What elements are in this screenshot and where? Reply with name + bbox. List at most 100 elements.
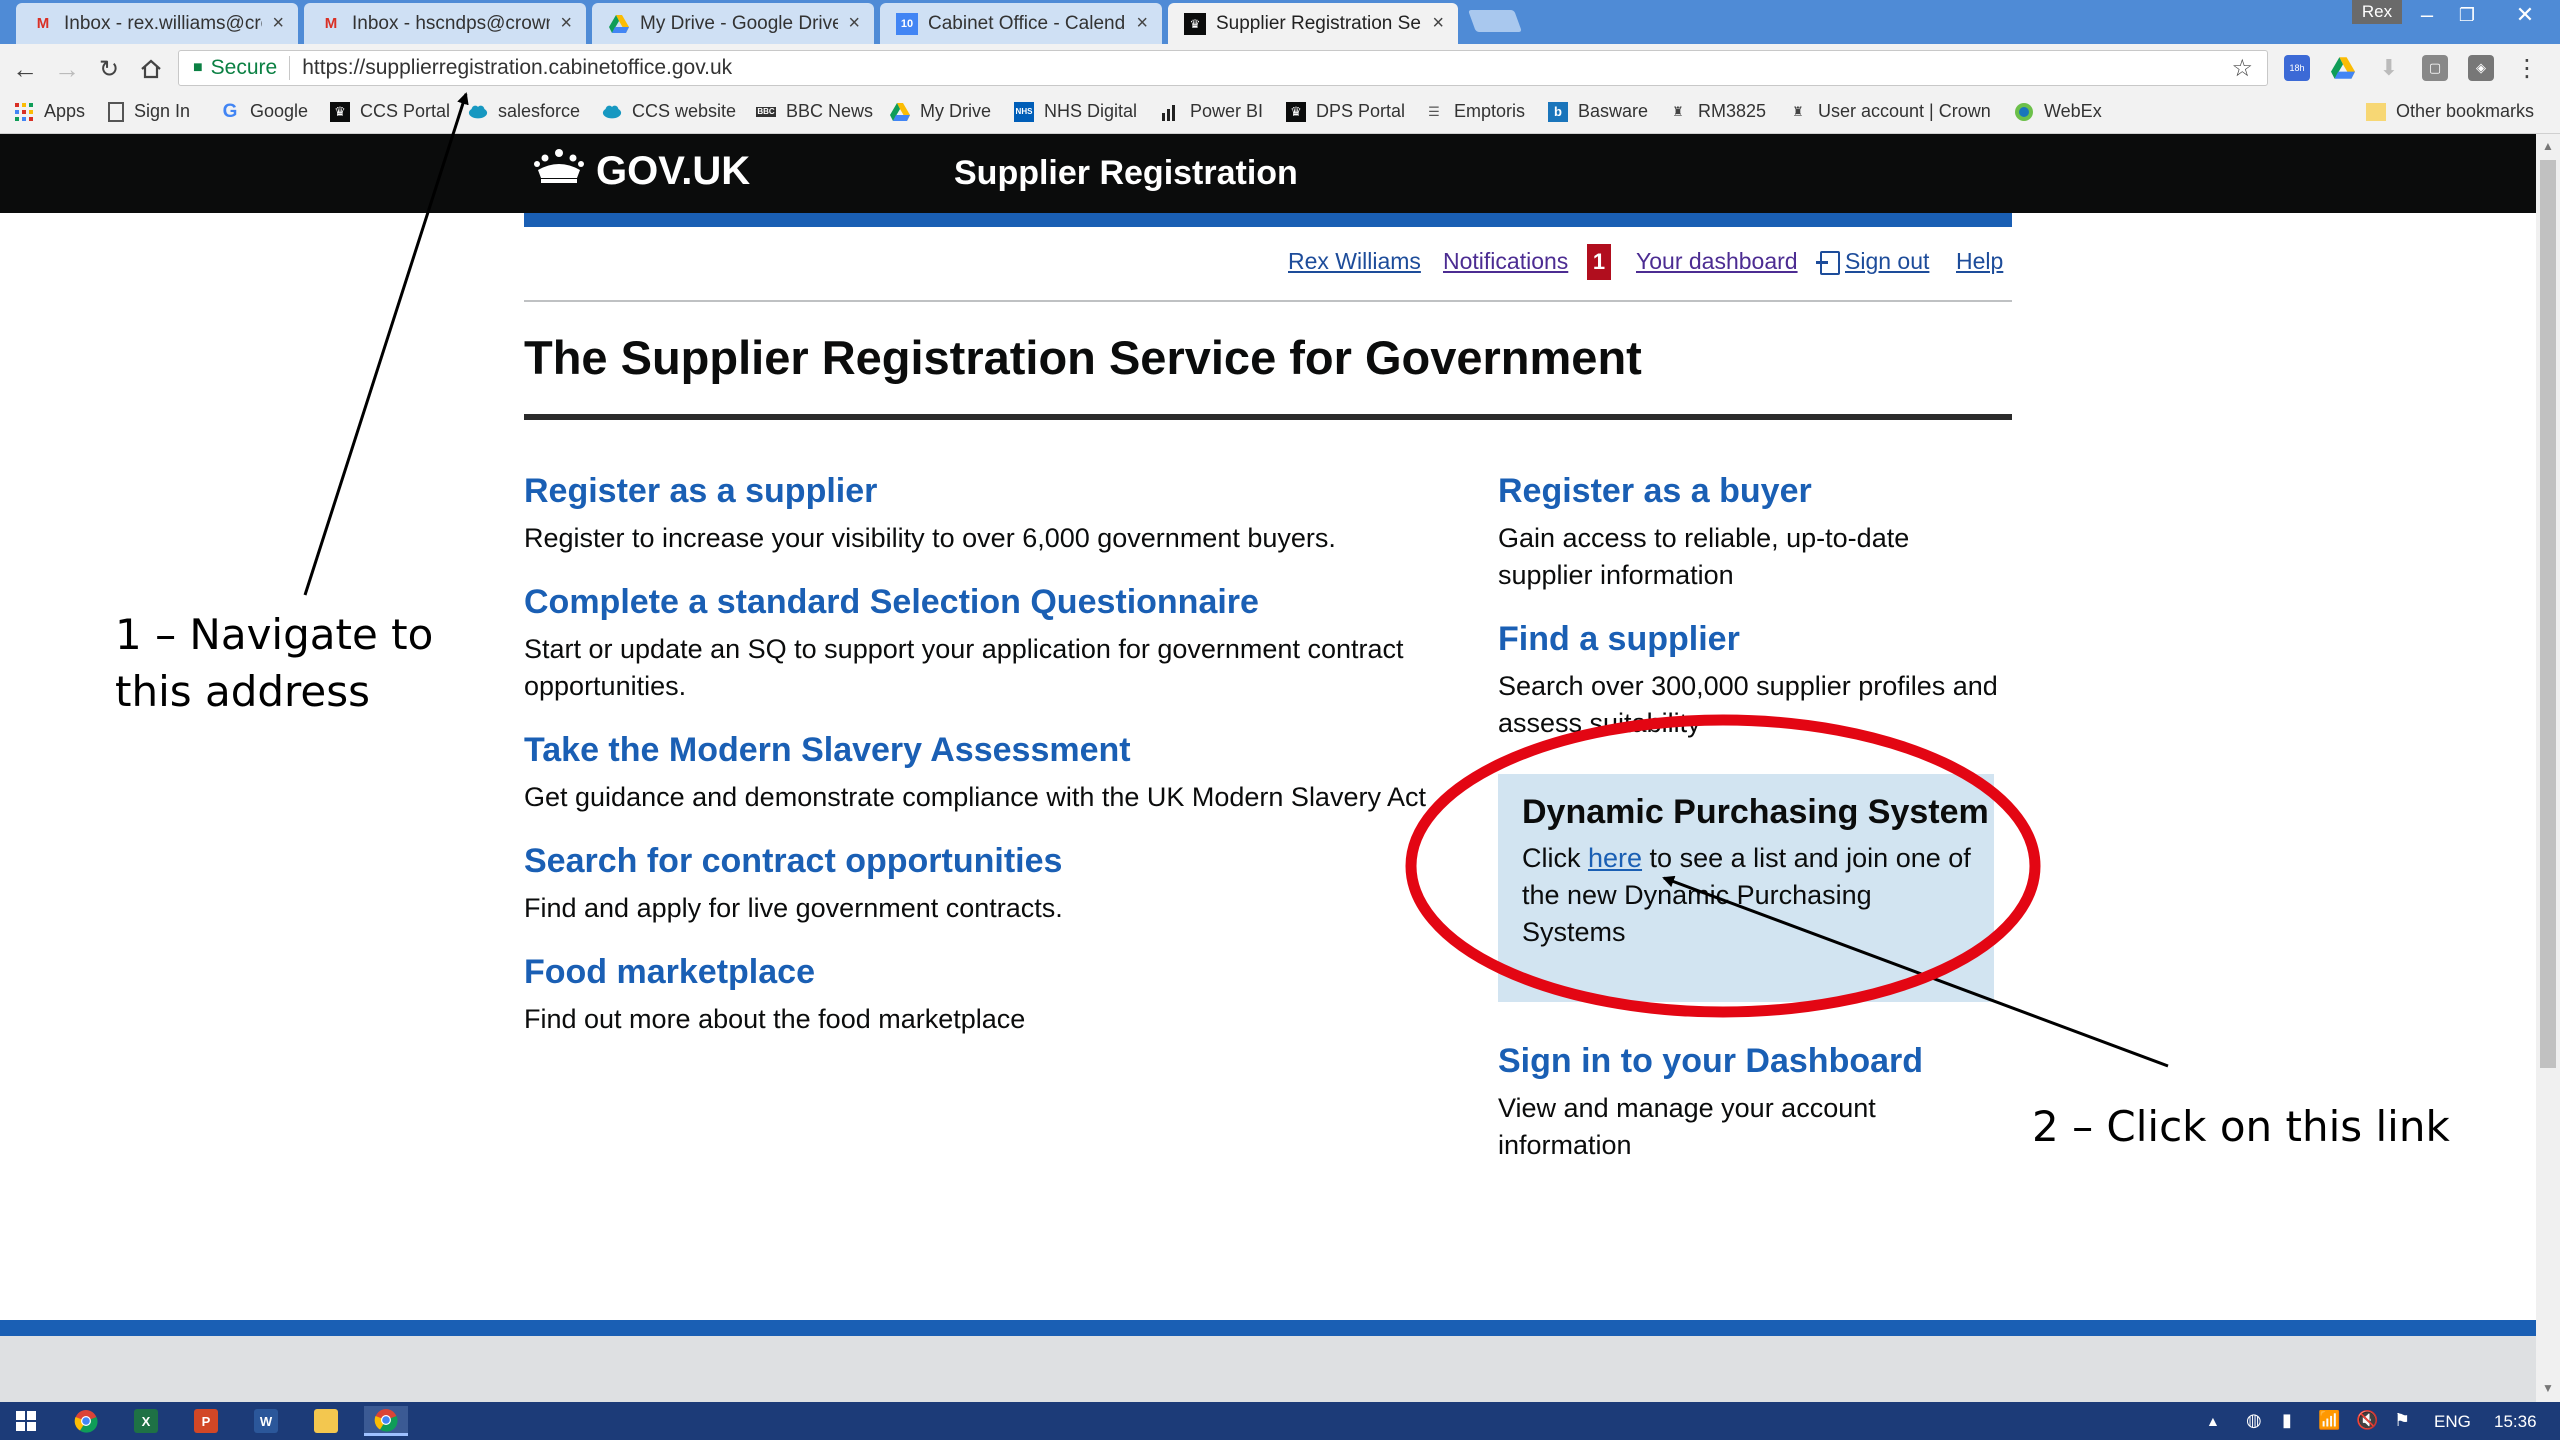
volume-muted-icon[interactable]: 🔇	[2356, 1410, 2378, 1431]
bookmark-bbc-news[interactable]: BBC BBC News	[756, 101, 873, 122]
clock-time[interactable]: 15:36	[2494, 1412, 2537, 1432]
bookmark-google[interactable]: G Google	[220, 101, 308, 122]
home-icon[interactable]	[134, 52, 168, 86]
menu-kebab-icon[interactable]: ⋮	[2514, 55, 2540, 82]
selection-questionnaire-description: Start or update an SQ to support your ap…	[524, 634, 1404, 701]
start-button[interactable]	[4, 1406, 48, 1436]
scroll-down-arrow-icon[interactable]: ▼	[2536, 1378, 2560, 1398]
taskbar-chrome-active[interactable]	[364, 1406, 408, 1436]
help-link[interactable]: Help	[1956, 248, 2003, 275]
food-marketplace-description: Find out more about the food marketplace	[524, 1004, 1026, 1034]
salesforce-cloud-icon	[602, 102, 622, 122]
bookmark-dps-portal[interactable]: ♛ DPS Portal	[1286, 101, 1405, 122]
notifications-link[interactable]: Notifications	[1443, 248, 1568, 275]
bookmark-emptoris[interactable]: ☰ Emptoris	[1424, 101, 1525, 122]
action-flag-icon[interactable]: ⚑	[2394, 1410, 2410, 1431]
food-marketplace-link[interactable]: Food marketplace	[524, 953, 815, 992]
network-globe-icon[interactable]: ◍	[2246, 1410, 2262, 1431]
find-a-supplier-description: Search over 300,000 supplier profiles an…	[1498, 671, 1998, 738]
bookmark-nhs-digital[interactable]: NHS NHS Digital	[1014, 101, 1137, 122]
close-tab-icon[interactable]: ×	[272, 12, 284, 35]
bookmark-rm3825[interactable]: ♜ RM3825	[1668, 101, 1766, 122]
bookmark-ccs-portal[interactable]: ♛ CCS Portal	[330, 101, 450, 122]
bookmark-my-drive[interactable]: My Drive	[890, 101, 991, 122]
register-as-supplier-link[interactable]: Register as a supplier	[524, 472, 877, 511]
taskbar-excel[interactable]: X	[124, 1406, 168, 1436]
service-name[interactable]: Supplier Registration	[954, 154, 1298, 193]
lock-icon: ■	[193, 59, 203, 76]
scroll-up-arrow-icon[interactable]: ▲	[2536, 136, 2560, 156]
url-text[interactable]: https://supplierregistration.cabinetoffi…	[302, 56, 732, 80]
wifi-signal-icon[interactable]: 📶	[2318, 1410, 2340, 1431]
notification-count-badge[interactable]: 1	[1587, 244, 1611, 280]
taskbar-word[interactable]: W	[244, 1406, 288, 1436]
modern-slavery-assessment-link[interactable]: Take the Modern Slavery Assessment	[524, 731, 1131, 770]
user-name-link[interactable]: Rex Williams	[1288, 248, 1421, 275]
new-tab-button[interactable]	[1467, 10, 1523, 32]
reload-icon[interactable]: ↻	[92, 52, 126, 86]
govuk-header: GOV.UK Supplier Registration	[0, 134, 2536, 213]
battery-icon[interactable]: ▮	[2282, 1410, 2292, 1431]
tab-gmail-hscndps[interactable]: M Inbox - hscndps@crowncom ×	[304, 3, 586, 44]
gmail-icon: M	[36, 15, 50, 32]
extension-badge: 18h	[2289, 63, 2305, 73]
your-dashboard-link[interactable]: Your dashboard	[1636, 248, 1798, 275]
back-arrow-icon[interactable]: ←	[8, 52, 42, 86]
google-icon: G	[222, 100, 238, 122]
search-contract-opportunities-link[interactable]: Search for contract opportunities	[524, 842, 1062, 881]
input-language[interactable]: ENG	[2434, 1412, 2471, 1432]
omnibox-separator	[289, 56, 291, 80]
taskbar-powerpoint[interactable]: P	[184, 1406, 228, 1436]
chrome-icon	[374, 1408, 398, 1432]
bookmark-label: Sign In	[134, 101, 191, 121]
sign-in-dashboard-link[interactable]: Sign in to your Dashboard	[1498, 1042, 1923, 1081]
bookmark-power-bi[interactable]: Power BI	[1160, 101, 1263, 122]
bookmark-webex[interactable]: WebEx	[2014, 101, 2102, 122]
dps-text-before: Click	[1522, 843, 1588, 873]
tab-supplier-registration[interactable]: ♛ Supplier Registration Serv ×	[1168, 3, 1458, 44]
bookmark-sign-in[interactable]: Sign In	[108, 101, 190, 122]
selection-questionnaire-link[interactable]: Complete a standard Selection Questionna…	[524, 583, 1259, 622]
govuk-logo[interactable]: GOV.UK	[534, 148, 750, 194]
extension-icon[interactable]: ▢	[2422, 55, 2448, 81]
register-as-buyer-link[interactable]: Register as a buyer	[1498, 472, 1812, 511]
bookmark-apps[interactable]: Apps	[14, 101, 85, 122]
dps-here-link[interactable]: here	[1588, 843, 1642, 873]
profile-chip[interactable]: Rex	[2352, 0, 2402, 24]
tray-expand-icon[interactable]: ▲	[2206, 1413, 2220, 1429]
close-tab-icon[interactable]: ×	[560, 12, 572, 35]
taskbar-chrome[interactable]	[64, 1406, 108, 1436]
forward-arrow-icon[interactable]: →	[50, 52, 84, 86]
find-a-supplier-link[interactable]: Find a supplier	[1498, 620, 1740, 659]
google-drive-extension-icon[interactable]	[2330, 55, 2356, 81]
bookmark-basware[interactable]: b Basware	[1548, 101, 1648, 122]
footer-blue-rule	[0, 1320, 2536, 1336]
sign-out-icon[interactable]	[1816, 251, 1840, 275]
bookmark-salesforce[interactable]: salesforce	[468, 101, 580, 122]
other-bookmarks[interactable]: Other bookmarks	[2366, 101, 2534, 122]
window-close-icon[interactable]: ✕	[2500, 0, 2550, 30]
extension-cast-icon[interactable]: 18h	[2284, 55, 2310, 81]
google-drive-icon	[608, 13, 630, 35]
restore-icon[interactable]: ❐	[2442, 0, 2492, 30]
shield-extension-icon[interactable]: ◈	[2468, 55, 2494, 81]
taskbar-file-explorer[interactable]	[304, 1406, 348, 1436]
bookmark-label: User account | Crown	[1818, 101, 1991, 121]
close-tab-icon[interactable]: ×	[1136, 12, 1148, 35]
tab-google-drive[interactable]: My Drive - Google Drive ×	[592, 3, 874, 44]
tab-calendar[interactable]: 10 Cabinet Office - Calendar ×	[880, 3, 1162, 44]
windows-taskbar: X P W ▲ ◍ ▮ 📶 🔇 ⚑ ENG 15:36	[0, 1402, 2560, 1440]
scrollbar-thumb[interactable]	[2540, 160, 2556, 1068]
bookmark-star-icon[interactable]: ☆	[2231, 54, 2253, 83]
bookmark-user-account[interactable]: ♜ User account | Crown	[1788, 101, 1998, 122]
close-tab-icon[interactable]: ×	[1432, 12, 1444, 35]
close-tab-icon[interactable]: ×	[848, 12, 860, 35]
title-underline	[524, 414, 2012, 420]
browser-toolbar: ← → ↻ ■ Secure https://supplierregistrat…	[0, 44, 2560, 92]
tab-title: Cabinet Office - Calendar	[928, 12, 1127, 34]
download-extension-icon[interactable]: ⬇	[2376, 55, 2402, 81]
sign-out-link[interactable]: Sign out	[1845, 248, 1929, 275]
bookmark-ccs-website[interactable]: CCS website	[602, 101, 736, 122]
address-bar[interactable]: ■ Secure https://supplierregistration.ca…	[178, 50, 2268, 86]
tab-gmail-rex[interactable]: M Inbox - rex.williams@crown ×	[16, 3, 298, 44]
